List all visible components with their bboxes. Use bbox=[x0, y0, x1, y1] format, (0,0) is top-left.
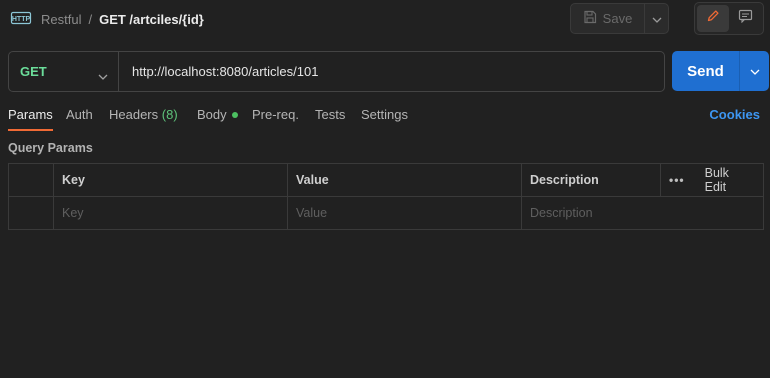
chevron-down-icon bbox=[652, 10, 662, 28]
table-row: Key Value Description bbox=[9, 197, 763, 229]
request-title[interactable]: GET /artciles/{id} bbox=[99, 12, 204, 27]
url-bar: GET bbox=[8, 51, 665, 92]
method-select[interactable]: GET bbox=[9, 52, 119, 91]
tab-label: Tests bbox=[315, 107, 346, 122]
more-options-icon[interactable]: ••• bbox=[669, 173, 685, 187]
request-editor: HTTP Restful / GET /artciles/{id} Save G… bbox=[0, 0, 770, 378]
breadcrumb-separator: / bbox=[88, 11, 93, 27]
view-mode-toggle bbox=[694, 2, 764, 35]
pencil-icon bbox=[706, 9, 720, 28]
tab-params[interactable]: Params bbox=[8, 107, 53, 131]
save-button[interactable]: Save bbox=[571, 4, 645, 33]
method-label: GET bbox=[20, 64, 47, 79]
request-tabs: Params Auth Headers (8) Body Pre-req. Te… bbox=[0, 104, 770, 132]
row-checkbox-cell bbox=[9, 197, 54, 229]
tab-label: Headers bbox=[109, 107, 159, 122]
send-button-group: Send bbox=[672, 51, 769, 91]
request-header: HTTP Restful / GET /artciles/{id} Save bbox=[0, 0, 770, 40]
tab-headers[interactable]: Headers (8) bbox=[109, 107, 178, 131]
chevron-down-icon bbox=[750, 62, 760, 80]
body-indicator-dot bbox=[231, 111, 238, 118]
http-icon: HTTP bbox=[10, 9, 32, 27]
param-key-input[interactable]: Key bbox=[54, 197, 288, 229]
comment-icon bbox=[738, 9, 753, 28]
tab-label: Body bbox=[197, 107, 227, 122]
bulk-edit-button[interactable]: Bulk Edit bbox=[705, 166, 749, 194]
comments-mode-button[interactable] bbox=[729, 5, 761, 32]
query-params-title: Query Params bbox=[8, 141, 93, 155]
save-button-group: Save bbox=[570, 3, 669, 34]
cookies-link[interactable]: Cookies bbox=[709, 107, 760, 122]
param-description-input[interactable]: Description bbox=[522, 197, 763, 229]
breadcrumb: Restful / GET /artciles/{id} bbox=[41, 11, 204, 27]
tab-pre-request[interactable]: Pre-req. bbox=[252, 107, 299, 131]
headers-count-badge: (8) bbox=[161, 107, 178, 122]
send-button[interactable]: Send bbox=[672, 51, 739, 91]
chevron-down-icon bbox=[98, 67, 108, 85]
tab-auth[interactable]: Auth bbox=[66, 107, 93, 131]
save-options-button[interactable] bbox=[645, 4, 668, 33]
svg-text:HTTP: HTTP bbox=[12, 16, 31, 23]
tab-label: Settings bbox=[361, 107, 408, 122]
breadcrumb-collection[interactable]: Restful bbox=[41, 12, 81, 27]
tab-tests[interactable]: Tests bbox=[315, 107, 345, 131]
column-header-key: Key bbox=[54, 164, 288, 196]
url-input[interactable] bbox=[119, 52, 664, 91]
tab-body[interactable]: Body bbox=[197, 107, 238, 131]
edit-mode-button[interactable] bbox=[697, 5, 729, 32]
tab-settings[interactable]: Settings bbox=[361, 107, 408, 131]
tab-label: Params bbox=[8, 107, 53, 122]
tab-label: Pre-req. bbox=[252, 107, 299, 122]
query-params-table: Key Value Description ••• Bulk Edit Key … bbox=[8, 163, 764, 230]
select-all-cell bbox=[9, 164, 54, 196]
table-header-row: Key Value Description ••• Bulk Edit bbox=[9, 164, 763, 197]
column-header-value: Value bbox=[288, 164, 522, 196]
tab-label: Auth bbox=[66, 107, 93, 122]
table-actions: ••• Bulk Edit bbox=[661, 164, 763, 196]
param-value-input[interactable]: Value bbox=[288, 197, 522, 229]
send-options-button[interactable] bbox=[739, 51, 769, 91]
column-header-description: Description bbox=[522, 164, 661, 196]
save-label: Save bbox=[602, 11, 633, 26]
save-icon bbox=[583, 10, 597, 27]
